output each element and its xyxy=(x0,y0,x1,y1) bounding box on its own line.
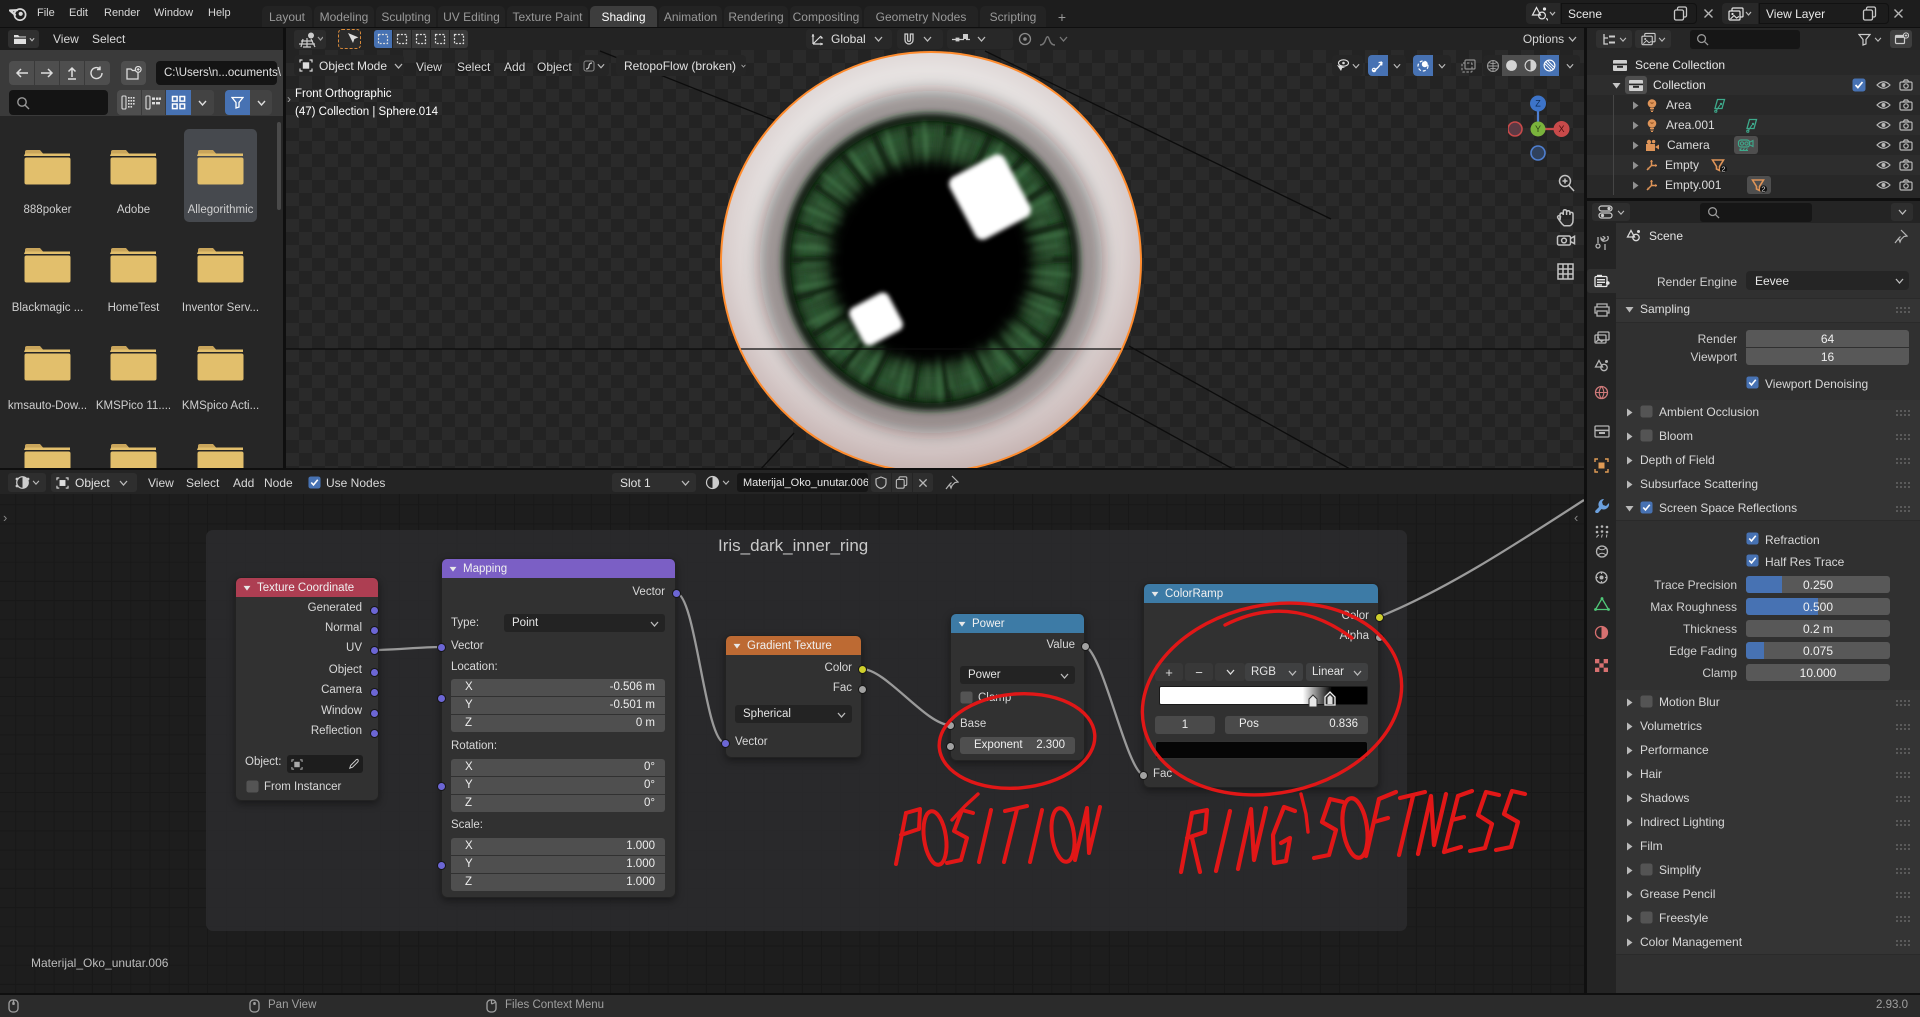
svg-text:2: 2 xyxy=(1721,164,1725,172)
svg-text:2: 2 xyxy=(1761,184,1765,192)
svg-text:Y: Y xyxy=(1535,124,1541,134)
svg-text:X: X xyxy=(1558,124,1564,134)
svg-text:Z: Z xyxy=(1535,99,1541,109)
